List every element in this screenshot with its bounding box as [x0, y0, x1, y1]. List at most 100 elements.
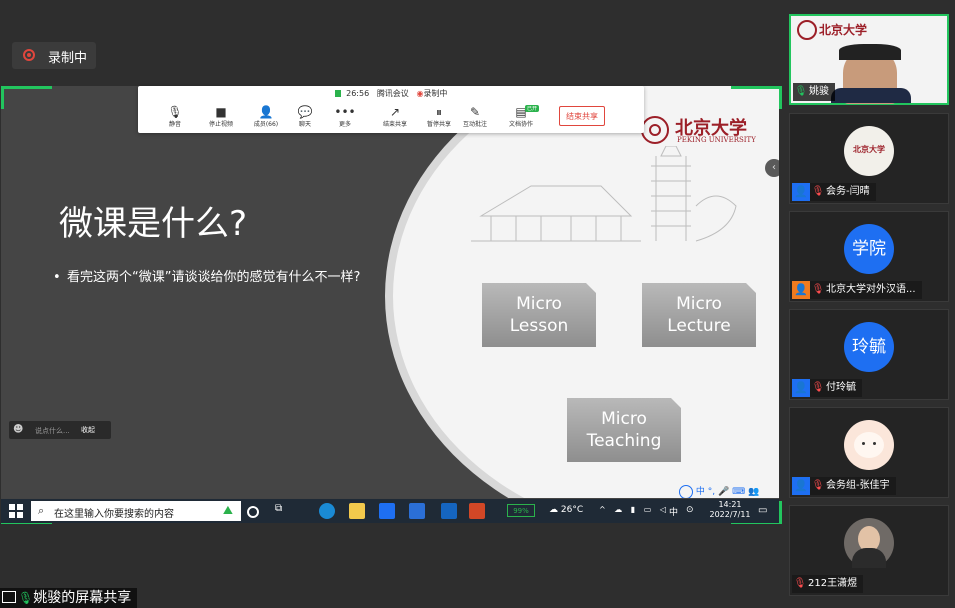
taskbar-search[interactable]: ⌕ 在这里输入你要搜索的内容 ⛰ [31, 501, 241, 521]
windows-start-icon[interactable] [9, 504, 23, 518]
share-label-text: 姚骏的屏幕共享 [33, 590, 132, 606]
ime-toolbar[interactable]: 中 °, 🎤 ⌨ 👥 [679, 484, 779, 498]
participant-tile[interactable]: 🎙 212王潇煜 [789, 505, 949, 596]
recording-indicator: 录制中 [12, 42, 96, 69]
pku-seal-icon [797, 20, 817, 40]
emoji-icon[interactable]: ☻ [13, 424, 23, 435]
screen-share-label: 🎙姚骏的屏幕共享 [0, 588, 138, 608]
cloud-icon: ☁ [549, 505, 558, 515]
participant-name: 付玲毓 [826, 382, 856, 393]
edge-icon[interactable] [319, 503, 335, 519]
signal-icon [334, 90, 341, 97]
avatar: 学院 [844, 224, 894, 274]
ime-keyboard-icon[interactable]: ⌨ [732, 487, 745, 497]
avatar: 北京大学 [844, 126, 894, 176]
more-button[interactable]: ••• 更多 [325, 105, 365, 128]
ime-mode[interactable]: 中 [696, 487, 705, 497]
members-label: 成员(66) [253, 121, 279, 128]
toolbar-recording-label: 录制中 [423, 89, 448, 98]
mic-muted-icon: 🎙 [793, 578, 807, 589]
system-tray-icons[interactable]: ^ ☁ ▮ ▭ ◁ [599, 505, 669, 514]
card-micro-lesson: Micro Lesson [482, 283, 596, 347]
chat-mini-bar[interactable]: ☻ 说点什么... 收起 [9, 421, 111, 439]
participant-tile[interactable]: 玲毓 👤 🎙 付玲毓 [789, 309, 949, 400]
pku-seal-icon [641, 116, 669, 144]
chat-input[interactable]: 说点什么... [35, 426, 70, 436]
stop-video-button[interactable]: ■ 停止视频 [201, 105, 241, 128]
ime-mic-icon[interactable]: 🎤 [718, 487, 729, 497]
card-micro-lecture: Micro Lecture [642, 283, 756, 347]
person-icon: 👤 [258, 105, 274, 119]
more-label: 更多 [338, 121, 351, 128]
microphone-icon: 🎙 [167, 105, 183, 119]
recording-label: 录制中 [48, 51, 88, 66]
mic-muted-icon: 🎙 [811, 382, 825, 393]
battery-indicator[interactable]: 99% [507, 504, 535, 517]
person-icon: 👤 [792, 379, 810, 397]
card-line: Micro [601, 409, 647, 429]
card-line: Lesson [509, 316, 569, 336]
slide-title: 微课是什么? [59, 204, 248, 244]
store-icon[interactable] [409, 503, 425, 519]
campus-sketch-image [471, 146, 737, 242]
pause-icon: ⏸ [435, 105, 442, 119]
cat-eye [873, 442, 876, 445]
participant-tile[interactable]: 北京大学 🎙 姚骏 [789, 14, 949, 105]
file-explorer-icon[interactable] [349, 503, 365, 519]
person-icon: 👤 [792, 281, 810, 299]
video-camera-icon: ■ [215, 105, 227, 119]
speaker-body [831, 88, 911, 103]
ime-user-icon[interactable]: 👥 [748, 487, 759, 497]
search-placeholder: 在这里输入你要搜索的内容 [54, 509, 174, 520]
pause-share-label: 暂停共享 [426, 121, 451, 128]
pause-share-button[interactable]: ⏸ 暂停共享 [419, 105, 459, 128]
banner-logo: 北京大学 [819, 23, 868, 37]
pku-logo: 北京大学 PEKING UNIVERSITY [641, 114, 761, 148]
cortana-icon[interactable] [247, 506, 259, 518]
participant-name: 姚骏 [809, 86, 829, 97]
mute-button[interactable]: 🎙 静音 [155, 105, 195, 128]
ime-indicator[interactable]: 中 [669, 505, 678, 518]
chevron-left-icon[interactable]: ‹ [765, 159, 779, 177]
clock[interactable]: 14:21 2022/7/11 [705, 500, 755, 520]
photo-avatar [844, 518, 894, 568]
participant-name: 会务-闫晴 [826, 186, 870, 197]
card-line: Teaching [586, 431, 662, 451]
task-view-icon[interactable]: ⧉ [275, 503, 291, 519]
avatar-logo: 北京大学 [853, 145, 885, 154]
microphone-icon: 🎙 [794, 86, 808, 97]
participant-tile[interactable]: 北京大学 👤 🎙 会务-闫晴 [789, 113, 949, 204]
share-corner-tr [731, 86, 782, 109]
annotate-button[interactable]: ✎ 互动批注 [455, 105, 495, 128]
stop-video-label: 停止视频 [208, 121, 233, 128]
participant-name-tag: 👤 🎙 会务-闫晴 [792, 183, 876, 201]
mic-muted-icon: 🎙 [811, 186, 825, 197]
photo-body [852, 548, 886, 568]
mail-icon[interactable] [379, 503, 395, 519]
powerpoint-icon[interactable] [469, 503, 485, 519]
new-share-button[interactable]: ↗ 结束共享 [375, 105, 415, 128]
new-share-label: 结束共享 [382, 121, 407, 128]
participant-tile[interactable]: 学院 👤 🎙 北京大学对外汉语... [789, 211, 949, 302]
participant-name-tag: 👤 🎙 付玲毓 [792, 379, 862, 397]
members-button[interactable]: 👤 成员(66) [246, 105, 286, 128]
avatar: 玲毓 [844, 322, 894, 372]
notification-icon[interactable]: ▭ [758, 505, 767, 516]
weather[interactable]: ☁ 26°C [549, 505, 583, 515]
slide: 北京大学 PEKING UNIVERSITY 微课是什么? 看完这两个“微课”请… [1, 86, 779, 498]
screen-icon [2, 591, 16, 603]
chat-button[interactable]: 💬 聊天 [285, 105, 325, 128]
ime-punct[interactable]: °, [708, 487, 715, 497]
collapse-button[interactable]: 收起 [81, 425, 95, 435]
participant-tile[interactable]: 👤 🎙 会务组-张佳宇 [789, 407, 949, 498]
end-share-button[interactable]: 结束共享 [559, 106, 605, 126]
participant-name: 会务组-张佳宇 [826, 480, 890, 491]
card-line: Micro [676, 294, 722, 314]
clock-date: 2022/7/11 [709, 510, 751, 519]
mic-muted-icon: 🎙 [811, 480, 825, 491]
photos-icon[interactable] [441, 503, 457, 519]
more-dots-icon: ••• [334, 105, 356, 119]
card-micro-teaching: Micro Teaching [567, 398, 681, 462]
ime-extra-icon[interactable]: ⊙ [686, 505, 694, 515]
pku-logo-en: PEKING UNIVERSITY [677, 136, 756, 144]
